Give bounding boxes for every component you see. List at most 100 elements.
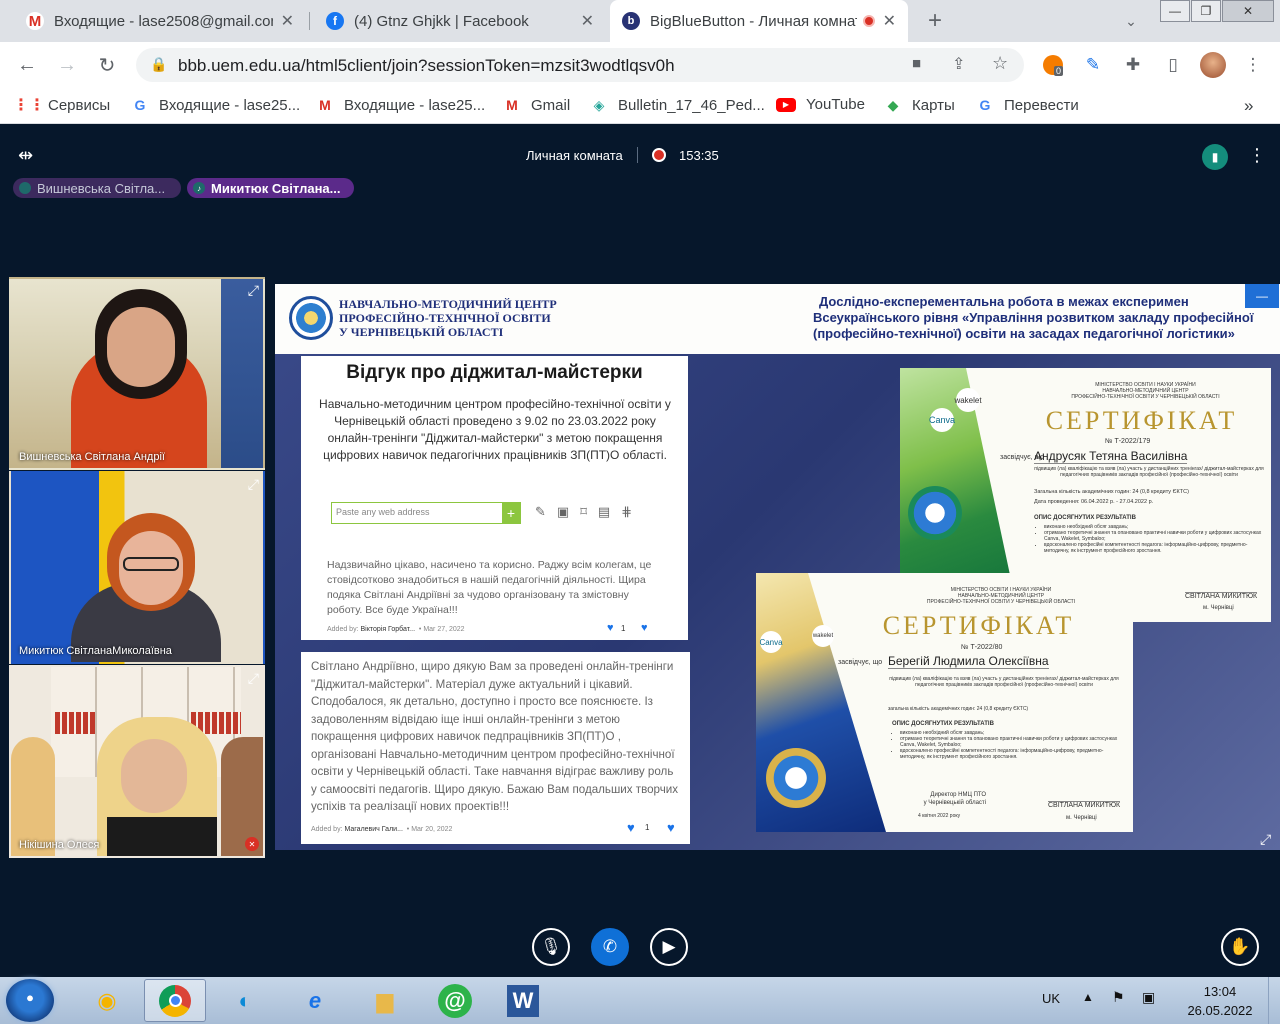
grid-icon[interactable]: ⋕ [621, 504, 643, 519]
webcam-tile[interactable]: Микитюк СвітланаМиколаївна ⤢ [9, 471, 265, 664]
mute-microphone-button[interactable]: 🎙︎ [532, 928, 570, 966]
fullscreen-icon[interactable]: ⤢ [248, 670, 259, 687]
add-link-icon[interactable]: + [502, 503, 520, 523]
like-heart-icon[interactable]: ♥ [627, 820, 635, 835]
tab-search-chevron-icon[interactable]: ⌄ [1118, 8, 1144, 34]
network-icon[interactable]: ▣ [1142, 989, 1155, 1006]
close-icon[interactable]: ✕ [281, 11, 294, 31]
options-menu-icon[interactable]: ⋮ [1248, 145, 1266, 166]
clock[interactable]: 13:04 26.05.2022 [1180, 982, 1260, 1020]
comment-meta: Added by: Вікторія Горбат... • Mar 27, 2… [327, 626, 465, 633]
bookmark-icon[interactable]: ⌑ [580, 504, 598, 519]
feather-extension-icon[interactable]: ✎ [1082, 54, 1104, 76]
cert-center: ПРОФЕСІЙНО-ТЕХНІЧНОЇ ОСВІТИ У ЧЕРНІВЕЦЬК… [1071, 394, 1220, 400]
webcam-tile[interactable]: Вишневська Світлана Андрії ⤢ [9, 277, 265, 470]
cert-director: Директор НМЦ ПТО у Чернівецькій області [906, 791, 986, 807]
close-window-button[interactable]: ✕ [1222, 0, 1274, 22]
show-hidden-icons-icon[interactable]: ▲ [1082, 990, 1094, 1004]
restore-window-button[interactable]: ❐ [1191, 0, 1221, 22]
taskbar-app-edge[interactable]: ◐ [214, 979, 276, 1022]
taskbar-app-internet-explorer[interactable]: e [284, 979, 346, 1022]
camera-in-use-icon[interactable]: ■ [912, 55, 921, 72]
experiment-title: Дослідно-експерементальна робота в межах… [813, 294, 1280, 342]
cert-seal-icon [908, 486, 962, 540]
start-button[interactable] [6, 979, 54, 1022]
reload-button[interactable]: ↻ [94, 52, 120, 78]
fullscreen-icon[interactable]: ⤢ [248, 282, 259, 299]
cert-result: вдосконалено професійні компетентності п… [1044, 542, 1268, 554]
fullscreen-presentation-icon[interactable]: ⤢ [1260, 831, 1271, 848]
webcam-name-label[interactable]: Микитюк СвітланаМиколаївна [19, 645, 172, 657]
webcam-tile[interactable]: Нікішина Олеся ⤢ ✕ [9, 665, 265, 858]
like-count: 1 [621, 624, 626, 633]
cert-city: м. Чернівці [1066, 815, 1097, 821]
show-desktop-button[interactable] [1268, 977, 1280, 1024]
bookmark-inbox-gmail[interactable]: M Входящие - lase25... [316, 96, 485, 114]
microphone-icon: ♪ [193, 182, 205, 194]
connection-status-icon[interactable]: ▮ [1202, 144, 1228, 170]
image-icon[interactable]: ▣ [557, 504, 580, 519]
back-button[interactable]: ← [14, 52, 40, 78]
bulletin-icon: ◈ [593, 96, 605, 113]
cert-results-list: виконано необхідний обсяг завдань; отрим… [896, 730, 1126, 760]
cert-description: підвищив (ла) кваліфікацію та взяв (ла) … [889, 676, 1119, 688]
heart-icon[interactable]: ♥ [667, 820, 675, 835]
minimize-presentation-button[interactable]: — [1245, 284, 1279, 308]
address-bar[interactable]: 🔒 bbb.uem.edu.ua/html5client/join?sessio… [136, 48, 1024, 82]
paste-address-input[interactable]: Paste any web address [331, 502, 521, 524]
taskbar-app-chrome[interactable] [144, 979, 206, 1022]
wakelet-logo: wakelet [812, 625, 834, 647]
forward-button[interactable]: → [54, 52, 80, 78]
extensions-puzzle-icon[interactable]: ✚ [1122, 54, 1144, 76]
share-webcam-button[interactable]: ▶ [650, 928, 688, 966]
cert-number: № Т-2022/80 [961, 644, 1003, 651]
camera-off-icon: ▶ [662, 937, 676, 956]
extension-icon[interactable]: 0 [1042, 54, 1064, 76]
fullscreen-icon[interactable]: ⤢ [248, 476, 259, 493]
taskbar-app-messenger[interactable]: @ [424, 979, 486, 1022]
tab-facebook[interactable]: f (4) Gtnz Ghjkk | Facebook ✕ [314, 0, 606, 42]
bookmarks-more-button[interactable]: » [1244, 96, 1253, 116]
webcam-name-label[interactable]: Вишневська Світлана Андрії [19, 451, 165, 463]
taskbar-app-explorer[interactable]: ▆ [354, 979, 416, 1022]
action-center-flag-icon[interactable]: ⚑ [1112, 989, 1125, 1006]
bookmark-maps[interactable]: ◆ Карты [884, 96, 955, 114]
text-icon[interactable]: ✎ [535, 504, 557, 519]
side-panel-icon[interactable]: ▯ [1162, 54, 1184, 76]
like-heart-icon[interactable]: ♥ [607, 622, 614, 634]
canva-logo: Canva [929, 408, 955, 432]
bookmark-youtube[interactable]: ▶ YouTube [776, 96, 865, 113]
browser-menu-icon[interactable]: ⋮ [1242, 54, 1264, 76]
heart-icon[interactable]: ♥ [641, 622, 648, 634]
messenger-icon: @ [438, 983, 472, 1018]
tab-bigbluebutton[interactable]: b BigBlueButton - Личная комната ✕ [610, 0, 908, 42]
share-icon[interactable]: ⇪ [952, 54, 965, 74]
bookmark-inbox-google[interactable]: G Входящие - lase25... [131, 96, 301, 114]
leave-audio-button[interactable]: ✆ [591, 928, 629, 966]
close-icon[interactable]: ✕ [581, 11, 594, 31]
tab-gmail[interactable]: M Входящие - lase2508@gmail.com ✕ [14, 0, 306, 42]
file-icon[interactable]: ▤ [598, 504, 621, 519]
webcam-name-label[interactable]: Нікішина Олеся [19, 839, 99, 851]
bookmark-label: Gmail [531, 96, 571, 114]
bookmark-bulletin[interactable]: ◈ Bulletin_17_46_Ped... [590, 96, 765, 114]
recording-icon[interactable] [652, 148, 666, 162]
bookmark-services[interactable]: ⋮⋮ Сервисы [13, 96, 110, 115]
new-tab-button[interactable]: + [922, 7, 948, 34]
bookmark-star-icon[interactable]: ☆ [992, 53, 1008, 74]
input-language[interactable]: UK [1042, 991, 1060, 1006]
cert-title: СЕРТИФІКАТ [1045, 406, 1238, 435]
cert-number: № Т-2022/179 [1105, 438, 1151, 445]
profile-avatar[interactable] [1200, 52, 1226, 78]
bookmark-translate[interactable]: G Перевести [976, 96, 1079, 114]
header-line: Всеукраїнського рівня «Управління розвит… [813, 310, 1254, 325]
header-divider [637, 147, 638, 163]
close-icon[interactable]: ✕ [883, 11, 896, 31]
bookmark-gmail[interactable]: M Gmail [503, 96, 570, 114]
raise-hand-button[interactable]: ✋ [1221, 928, 1259, 966]
taskbar-app-word[interactable]: W [492, 979, 554, 1022]
minimize-window-button[interactable]: — [1160, 0, 1190, 22]
taskbar-app-security[interactable]: ◉ [76, 979, 138, 1022]
user-list-toggle-icon[interactable]: ⇹ [18, 145, 33, 166]
word-icon: W [507, 984, 539, 1017]
